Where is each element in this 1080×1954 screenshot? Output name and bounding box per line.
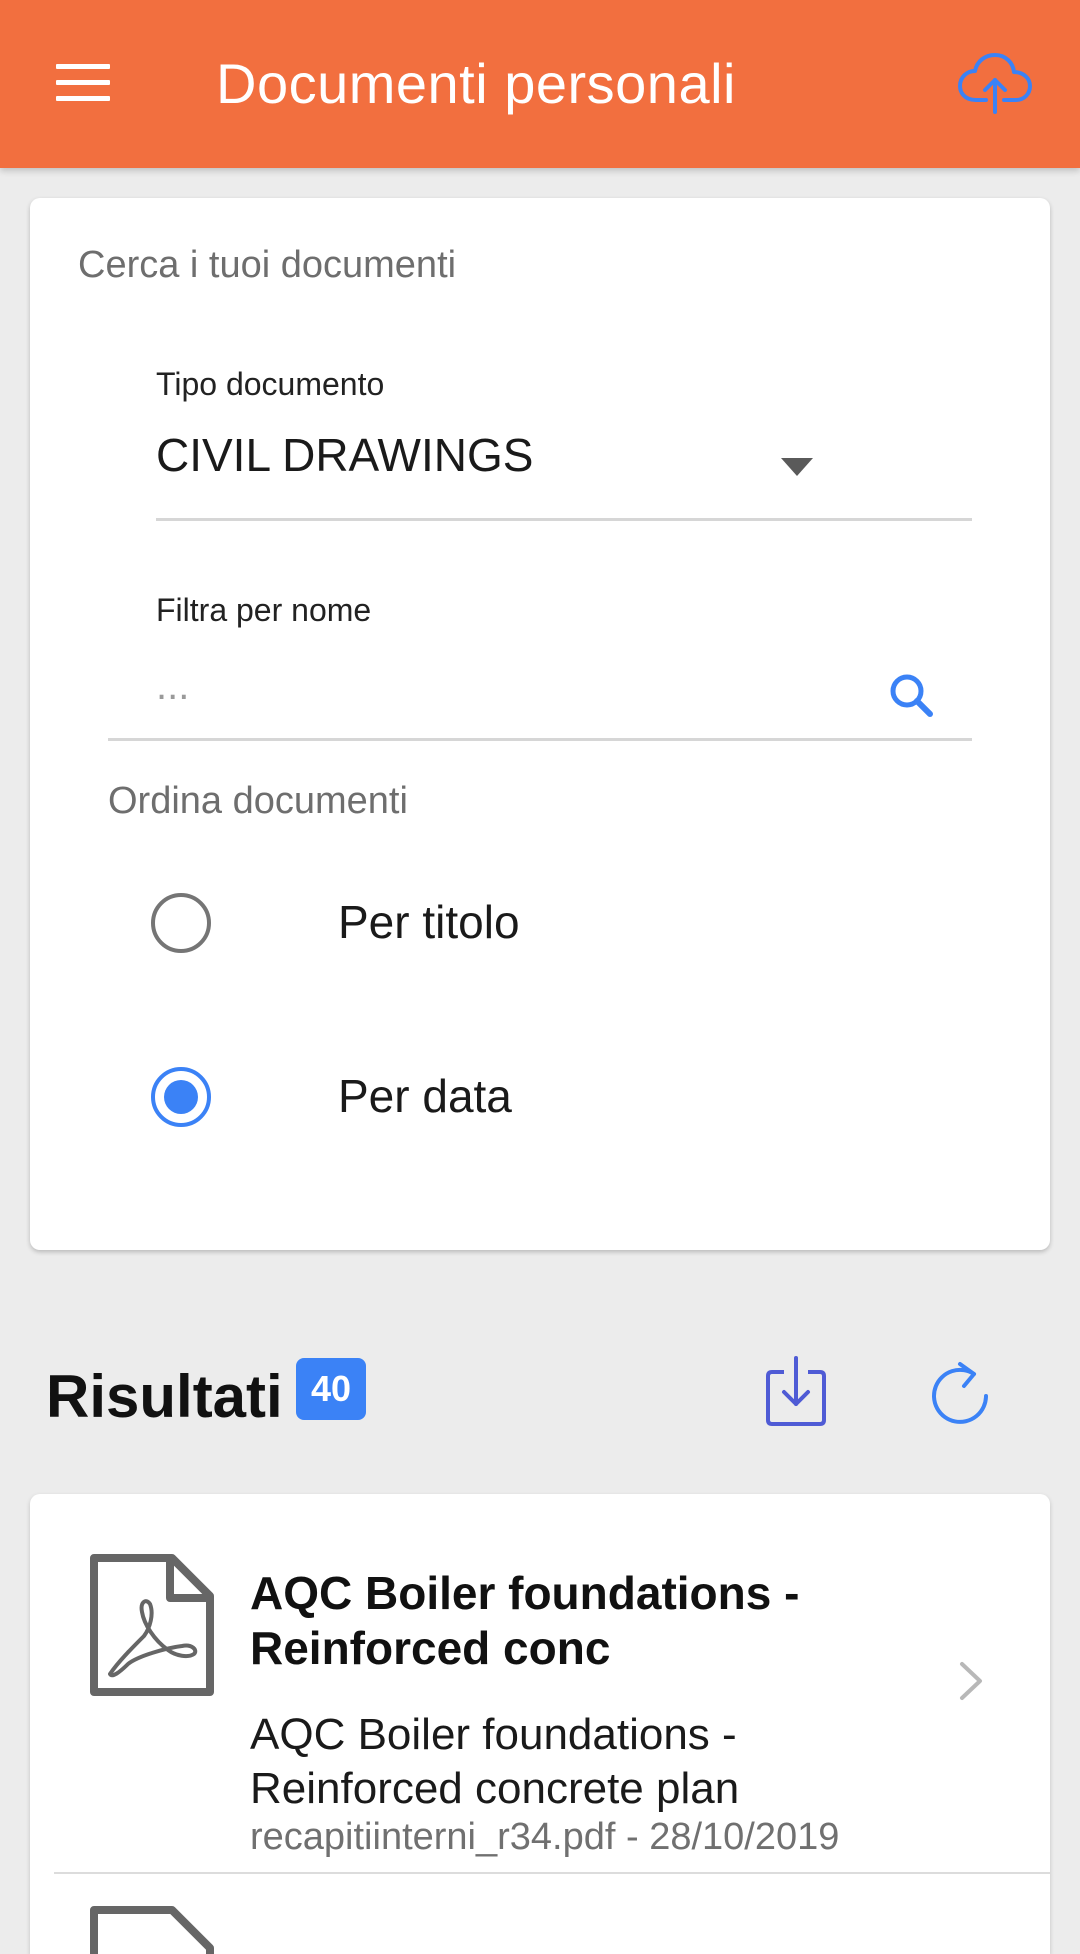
search-card: Cerca i tuoi documenti Tipo documento CI… [30,198,1050,1250]
page-title: Documenti personali [216,52,736,115]
sort-option-label: Per data [338,1070,512,1122]
chevron-right-icon [956,1658,986,1704]
name-filter-field [108,638,972,741]
doc-type-value: CIVIL DRAWINGS [156,429,534,481]
name-filter-label: Filtra per nome [156,592,372,628]
doc-type-label: Tipo documento [156,366,385,402]
item-description: AQC Boiler foundations - Reinforced conc… [250,1710,740,1813]
results-count-badge: 40 [296,1358,366,1420]
radio-checked-icon[interactable] [150,1066,212,1128]
sort-option-label: Per titolo [338,896,520,948]
list-item[interactable] [30,1874,1050,1954]
pdf-file-icon [88,1904,216,1954]
pdf-file-icon [88,1552,216,1698]
item-title: AQC Boiler foundations - Reinforced conc [250,1567,800,1674]
sort-option-title[interactable]: Per titolo [150,869,950,979]
app-bar: Documenti personali [0,0,1080,168]
dropdown-arrow-icon[interactable] [781,458,813,476]
results-list: AQC Boiler foundations - Reinforced conc… [30,1494,1050,1954]
name-filter-input[interactable] [156,656,856,716]
search-heading: Cerca i tuoi documenti [78,244,457,286]
results-title: Risultati [46,1363,283,1430]
doc-type-select[interactable]: CIVIL DRAWINGS [156,418,972,521]
list-item[interactable]: AQC Boiler foundations - Reinforced conc… [30,1494,1050,1872]
download-icon[interactable] [764,1354,828,1430]
refresh-icon[interactable] [928,1358,992,1428]
sort-heading: Ordina documenti [108,780,408,822]
hamburger-menu-icon[interactable] [52,60,114,106]
sort-option-date[interactable]: Per data [150,1043,950,1153]
radio-unchecked-icon[interactable] [150,892,212,954]
item-meta: recapitiinterni_r34.pdf - 28/10/2019 [250,1816,840,1858]
search-icon[interactable] [888,672,934,718]
cloud-upload-icon[interactable] [956,50,1034,116]
